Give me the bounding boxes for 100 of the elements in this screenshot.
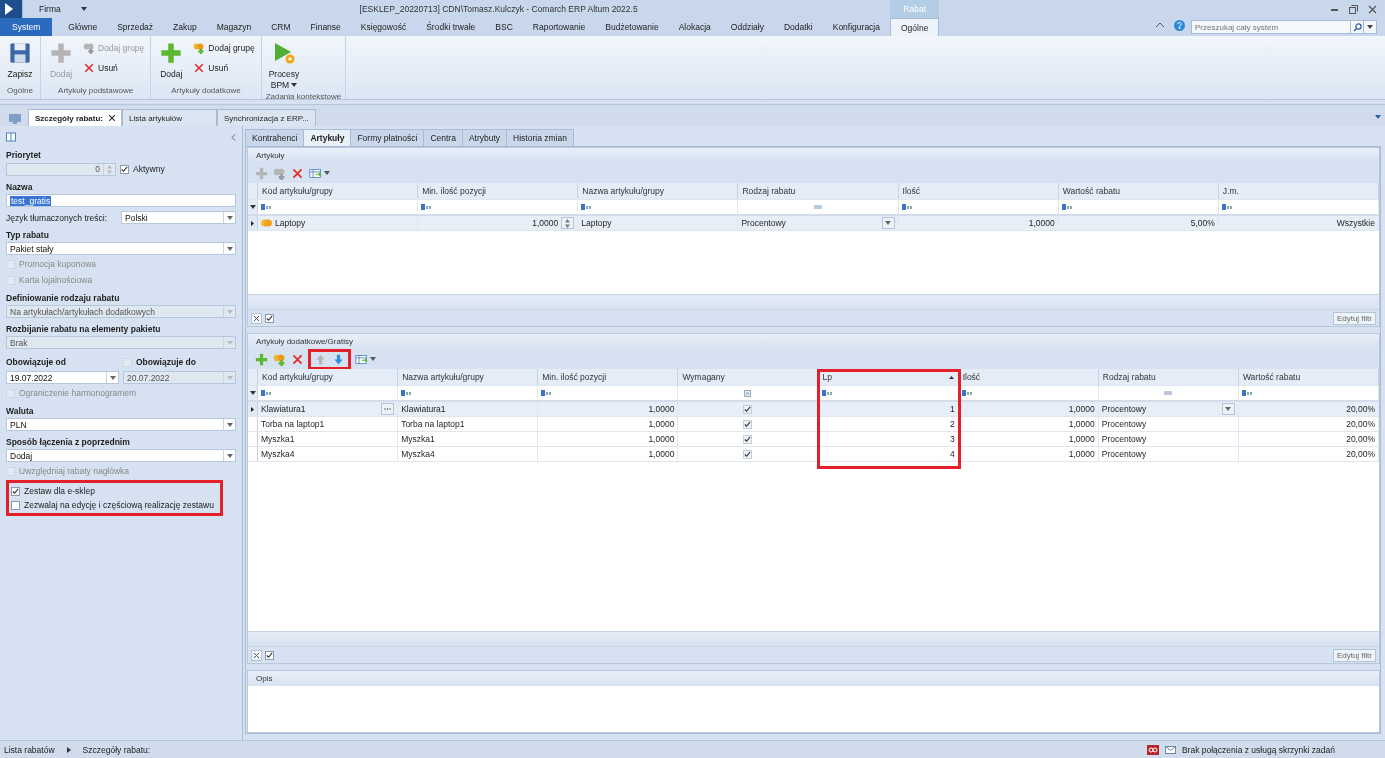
ribbon-button[interactable]: Dodaj [155, 38, 188, 86]
ribbon-tab[interactable]: BSC [485, 18, 523, 36]
filter-cell[interactable] [258, 200, 419, 214]
filter-cell[interactable] [538, 386, 679, 400]
close-filter-button[interactable] [251, 312, 262, 324]
document-tab[interactable]: Szczegóły rabatu: [28, 109, 122, 126]
ribbon-tab[interactable]: Raportowanie [522, 18, 596, 36]
arrow-up-icon [314, 352, 327, 366]
spin-field[interactable]: 0 [6, 162, 116, 176]
column-header[interactable]: Wymagany [678, 369, 819, 385]
dropdown-field[interactable]: Dodaj [6, 449, 236, 462]
ribbon-button[interactable]: Procesy BPM [265, 38, 303, 92]
breadcrumb[interactable]: Szczegóły rabatu: [82, 744, 151, 755]
checkbox[interactable] [743, 404, 753, 414]
filter-row-header[interactable] [248, 200, 258, 214]
filter-cell[interactable] [258, 386, 399, 400]
checkbox[interactable] [743, 434, 753, 444]
delete-icon [291, 166, 304, 180]
ribbon-tab[interactable]: Finanse [300, 18, 351, 36]
ribbon-button[interactable]: Usuń [81, 61, 147, 75]
tab[interactable]: Centra [423, 129, 463, 146]
ribbon-tab[interactable]: Ogólne [890, 18, 940, 36]
filter-cell[interactable] [398, 386, 539, 400]
dropdown-button[interactable] [881, 217, 895, 229]
tab[interactable]: Formy płatności [350, 129, 425, 146]
ribbon-tab[interactable]: Dodatki [773, 18, 823, 36]
ribbon-tab[interactable]: Księgowość [350, 18, 417, 36]
ribbon-tab[interactable]: Sprzedaż [107, 18, 164, 36]
ribbon-tab[interactable]: Oddziały [720, 18, 774, 36]
text-filter-icon [821, 390, 833, 396]
ribbon-tab[interactable]: System [0, 18, 53, 36]
search-field[interactable]: Przeszukaj cały system [1191, 20, 1351, 34]
grid-export-icon [355, 352, 368, 366]
checkbox[interactable] [265, 313, 274, 323]
field-label: Nazwa [6, 182, 34, 192]
save-icon [9, 42, 31, 64]
tab[interactable]: Atrybuty [461, 129, 508, 146]
column-header[interactable]: Kod artykułu/grupy [258, 183, 419, 199]
filter-row-header[interactable] [248, 386, 258, 400]
ellipsis-button[interactable] [381, 403, 395, 415]
dropdown-field[interactable]: 19.07.2022 [6, 371, 119, 384]
checkbox[interactable] [743, 449, 753, 459]
column-header[interactable]: Rodzaj rabatu [738, 183, 899, 199]
checkbox[interactable] [11, 500, 20, 510]
ribbon-tab[interactable]: CRM [261, 18, 301, 36]
column-header[interactable]: J.m. [1218, 183, 1379, 199]
field-label: Rozbijanie rabatu na elementy pakietu [6, 324, 162, 334]
column-header[interactable]: Ilość [958, 369, 1099, 385]
search-options-button[interactable] [1364, 20, 1377, 34]
ribbon-button[interactable]: Zapisz [4, 38, 36, 86]
tab[interactable]: Artykuły [303, 129, 352, 146]
row-pointer-icon [251, 406, 254, 412]
ribbon-button[interactable]: Dodaj grupę [191, 41, 257, 55]
filter-cell[interactable] [418, 200, 579, 214]
ribbon-tab[interactable]: Alokacja [668, 18, 721, 36]
dropdown-button[interactable] [1221, 403, 1235, 415]
tab[interactable]: Kontrahenci [245, 129, 305, 146]
ribbon-tab[interactable]: Zakup [163, 18, 207, 36]
dropdown-field[interactable]: Polski [121, 211, 236, 224]
edit-filter-button[interactable]: Edytuj filtr [1332, 311, 1376, 325]
text-filter-icon [1241, 390, 1253, 396]
column-header[interactable]: Min. ilość pozycji [538, 369, 679, 385]
tab[interactable]: Historia zmian [506, 129, 574, 146]
text-field[interactable]: test_gratis [6, 194, 236, 207]
field-label: Obowiązuje od [6, 357, 67, 367]
column-header[interactable]: Kod artykułu/grupy [258, 369, 399, 385]
ribbon-tab[interactable]: Główne [58, 18, 108, 36]
checkbox[interactable] [11, 486, 20, 496]
breadcrumb[interactable]: Lista rabatów [4, 744, 55, 755]
column-header[interactable]: Rodzaj rabatu [1098, 369, 1239, 385]
dropdown-field[interactable]: Pakiet stały [6, 242, 236, 255]
text-filter-icon [541, 390, 553, 396]
status-message: Brak połączenia z usługą skrzynki zadań [1181, 744, 1335, 755]
column-header[interactable]: Min. ilość pozycji [418, 183, 579, 199]
ribbon-tab[interactable]: Środki trwałe [416, 18, 486, 36]
filter-cell[interactable] [578, 200, 739, 214]
checkbox[interactable] [743, 419, 753, 429]
ribbon-tab[interactable]: Budżetowanie [595, 18, 669, 36]
document-tab[interactable]: Synchronizacja z ERP... [217, 109, 316, 126]
document-tab[interactable]: Lista artykułów [122, 109, 217, 126]
caret-icon [1375, 114, 1381, 119]
edit-filter-button[interactable]: Edytuj filtr [1332, 648, 1376, 662]
column-header[interactable]: Wartość rabatu [1238, 369, 1379, 385]
close-filter-button[interactable] [251, 649, 262, 661]
ribbon-tab[interactable]: Konfiguracja [822, 18, 890, 36]
search-button[interactable] [1351, 20, 1364, 34]
spin-button[interactable] [561, 217, 575, 229]
caret-icon [370, 357, 376, 361]
checkbox[interactable] [265, 650, 274, 660]
checkbox[interactable] [120, 164, 129, 174]
column-header[interactable]: Nazwa artykułu/grupy [398, 369, 539, 385]
ribbon-button[interactable]: Usuń [191, 61, 257, 75]
dropdown-field[interactable]: PLN [6, 418, 236, 431]
caret-icon [226, 215, 233, 220]
column-header[interactable]: Nazwa artykułu/grupy [578, 183, 739, 199]
column-header[interactable]: Wartość rabatu [1058, 183, 1219, 199]
column-header[interactable]: Ilość [898, 183, 1059, 199]
checkbox-label: Zezwalaj na edycję i częściową realizację zestawu [11, 498, 214, 512]
description-field[interactable] [248, 686, 1379, 732]
ribbon-tab[interactable]: Magazyn [206, 18, 262, 36]
